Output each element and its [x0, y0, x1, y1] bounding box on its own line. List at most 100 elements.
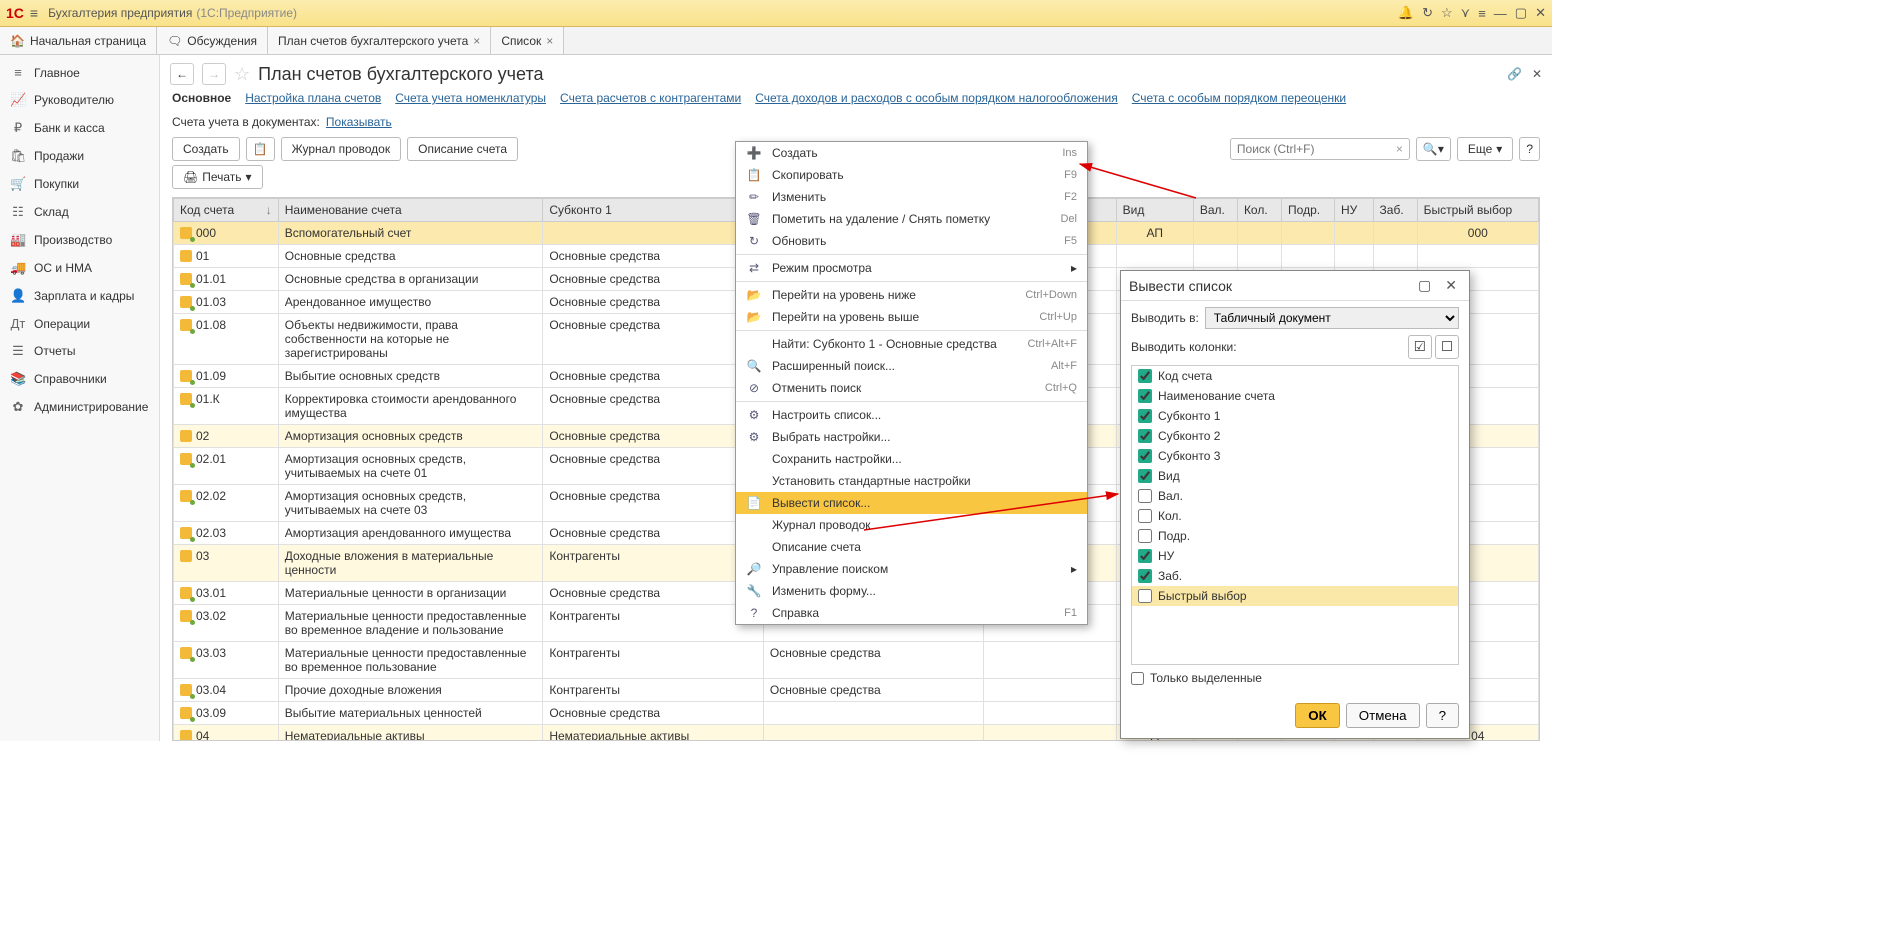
- subnav-link[interactable]: Счета расчетов с контрагентами: [560, 91, 741, 105]
- column-checkbox-row[interactable]: Заб.: [1132, 566, 1458, 586]
- dialog-close-icon[interactable]: ✕: [1441, 277, 1461, 294]
- context-item[interactable]: ⚙Настроить список...: [736, 404, 1087, 426]
- context-item[interactable]: 📂Перейти на уровень нижеCtrl+Down: [736, 284, 1087, 306]
- sidebar-item[interactable]: ДтОперации: [0, 310, 159, 337]
- only-selected-checkbox[interactable]: [1131, 672, 1144, 685]
- sidebar-item[interactable]: 🛍Продажи: [0, 142, 159, 170]
- context-item[interactable]: Найти: Субконто 1 - Основные средстваCtr…: [736, 333, 1087, 355]
- column-checkbox[interactable]: [1138, 489, 1152, 503]
- column-header[interactable]: Быстрый выбор: [1417, 199, 1538, 222]
- check-all-button[interactable]: ☑: [1408, 335, 1432, 359]
- subnav-link[interactable]: Счета учета номенклатуры: [395, 91, 546, 105]
- column-header[interactable]: Наименование счета: [278, 199, 543, 222]
- context-item[interactable]: Описание счета: [736, 536, 1087, 558]
- context-item[interactable]: Журнал проводок: [736, 514, 1087, 536]
- search-button[interactable]: 🔍▾: [1416, 137, 1451, 161]
- column-checkbox-row[interactable]: Субконто 3: [1132, 446, 1458, 466]
- more-button[interactable]: Еще ▾: [1457, 137, 1513, 161]
- column-checkbox-row[interactable]: Подр.: [1132, 526, 1458, 546]
- dialog-maximize-icon[interactable]: ▢: [1414, 277, 1435, 294]
- tab-close-icon[interactable]: ×: [546, 34, 553, 48]
- journal-button[interactable]: Журнал проводок: [281, 137, 402, 161]
- column-header[interactable]: НУ: [1334, 199, 1373, 222]
- column-checkbox[interactable]: [1138, 549, 1152, 563]
- maximize-icon[interactable]: ▢: [1515, 5, 1527, 21]
- history-icon[interactable]: ↻: [1422, 5, 1433, 21]
- print-button[interactable]: 🖨 Печать ▾: [172, 165, 263, 189]
- context-item[interactable]: 🔎Управление поиском▸: [736, 558, 1087, 580]
- context-item[interactable]: Сохранить настройки...: [736, 448, 1087, 470]
- context-item[interactable]: 🗑Пометить на удаление / Снять пометкуDel: [736, 208, 1087, 230]
- tab[interactable]: План счетов бухгалтерского учета×: [268, 27, 491, 54]
- sidebar-item[interactable]: 🛒Покупки: [0, 170, 159, 198]
- column-checkbox[interactable]: [1138, 529, 1152, 543]
- cancel-button[interactable]: Отмена: [1346, 703, 1420, 728]
- sidebar-item[interactable]: ☷Склад: [0, 198, 159, 226]
- column-checkbox-row[interactable]: Кол.: [1132, 506, 1458, 526]
- context-item[interactable]: 📋СкопироватьF9: [736, 164, 1087, 186]
- column-checkbox-row[interactable]: Вал.: [1132, 486, 1458, 506]
- column-checkbox[interactable]: [1138, 389, 1152, 403]
- column-header[interactable]: Заб.: [1373, 199, 1417, 222]
- column-checkbox[interactable]: [1138, 409, 1152, 423]
- tab[interactable]: 🏠Начальная страница: [0, 27, 157, 54]
- context-item[interactable]: 📄Вывести список...: [736, 492, 1087, 514]
- dropdown-icon[interactable]: ⋎: [1461, 5, 1471, 21]
- close-panel-icon[interactable]: ✕: [1532, 67, 1542, 81]
- forward-button[interactable]: →: [202, 63, 226, 85]
- column-checkbox[interactable]: [1138, 589, 1152, 603]
- sidebar-item[interactable]: 📚Справочники: [0, 365, 159, 393]
- subnav-link[interactable]: Настройка плана счетов: [245, 91, 381, 105]
- sidebar-item[interactable]: ≡Главное: [0, 59, 159, 86]
- clear-icon[interactable]: ×: [1396, 142, 1403, 156]
- column-checkbox[interactable]: [1138, 369, 1152, 383]
- context-item[interactable]: 🔍Расширенный поиск...Alt+F: [736, 355, 1087, 377]
- context-item[interactable]: ⚙Выбрать настройки...: [736, 426, 1087, 448]
- menu-icon[interactable]: ≡: [1478, 6, 1486, 21]
- star-icon[interactable]: ☆: [1441, 5, 1453, 21]
- column-checkbox-row[interactable]: Быстрый выбор: [1132, 586, 1458, 606]
- close-icon[interactable]: ✕: [1535, 5, 1546, 21]
- column-checkbox-row[interactable]: Код счета: [1132, 366, 1458, 386]
- output-select[interactable]: Табличный документ: [1205, 307, 1459, 329]
- column-checkbox-row[interactable]: Субконто 2: [1132, 426, 1458, 446]
- tab[interactable]: Список×: [491, 27, 564, 54]
- column-header[interactable]: Подр.: [1282, 199, 1335, 222]
- hamburger-icon[interactable]: ≡: [30, 5, 38, 21]
- sidebar-item[interactable]: ₽Банк и касса: [0, 114, 159, 142]
- back-button[interactable]: ←: [170, 63, 194, 85]
- sidebar-item[interactable]: 👤Зарплата и кадры: [0, 282, 159, 310]
- subnav-link[interactable]: Счета доходов и расходов с особым порядк…: [755, 91, 1118, 105]
- sidebar-item[interactable]: ☰Отчеты: [0, 337, 159, 365]
- copy-button[interactable]: 📋: [246, 137, 275, 161]
- column-checkbox[interactable]: [1138, 569, 1152, 583]
- column-checkbox-row[interactable]: Вид: [1132, 466, 1458, 486]
- column-header[interactable]: Кол.: [1237, 199, 1281, 222]
- subnav-link[interactable]: Счета с особым порядком переоценки: [1132, 91, 1346, 105]
- column-header[interactable]: Вид: [1116, 199, 1193, 222]
- sidebar-item[interactable]: 📈Руководителю: [0, 86, 159, 114]
- dialog-help-button[interactable]: ?: [1426, 703, 1459, 728]
- column-header[interactable]: Вал.: [1193, 199, 1237, 222]
- column-checkbox[interactable]: [1138, 449, 1152, 463]
- search-input[interactable]: ×: [1230, 138, 1410, 160]
- column-checkbox-row[interactable]: Наименование счета: [1132, 386, 1458, 406]
- context-item[interactable]: ?СправкаF1: [736, 602, 1087, 624]
- link-icon[interactable]: 🔗: [1507, 67, 1522, 81]
- columns-list[interactable]: Код счетаНаименование счетаСубконто 1Суб…: [1131, 365, 1459, 665]
- bell-icon[interactable]: 🔔: [1398, 5, 1414, 21]
- context-item[interactable]: ➕СоздатьIns: [736, 142, 1087, 164]
- context-item[interactable]: Установить стандартные настройки: [736, 470, 1087, 492]
- column-checkbox[interactable]: [1138, 509, 1152, 523]
- context-item[interactable]: 📂Перейти на уровень вышеCtrl+Up: [736, 306, 1087, 328]
- context-menu[interactable]: ➕СоздатьIns📋СкопироватьF9✏ИзменитьF2🗑Пом…: [735, 141, 1088, 625]
- docline-link[interactable]: Показывать: [326, 115, 392, 129]
- column-checkbox[interactable]: [1138, 429, 1152, 443]
- column-checkbox-row[interactable]: Субконто 1: [1132, 406, 1458, 426]
- column-header[interactable]: Код счета ↓: [174, 199, 279, 222]
- column-header[interactable]: Субконто 1: [543, 199, 764, 222]
- ok-button[interactable]: ОК: [1295, 703, 1340, 728]
- help-button[interactable]: ?: [1519, 137, 1540, 161]
- sidebar-item[interactable]: 🚚ОС и НМА: [0, 254, 159, 282]
- context-item[interactable]: ⇄Режим просмотра▸: [736, 257, 1087, 279]
